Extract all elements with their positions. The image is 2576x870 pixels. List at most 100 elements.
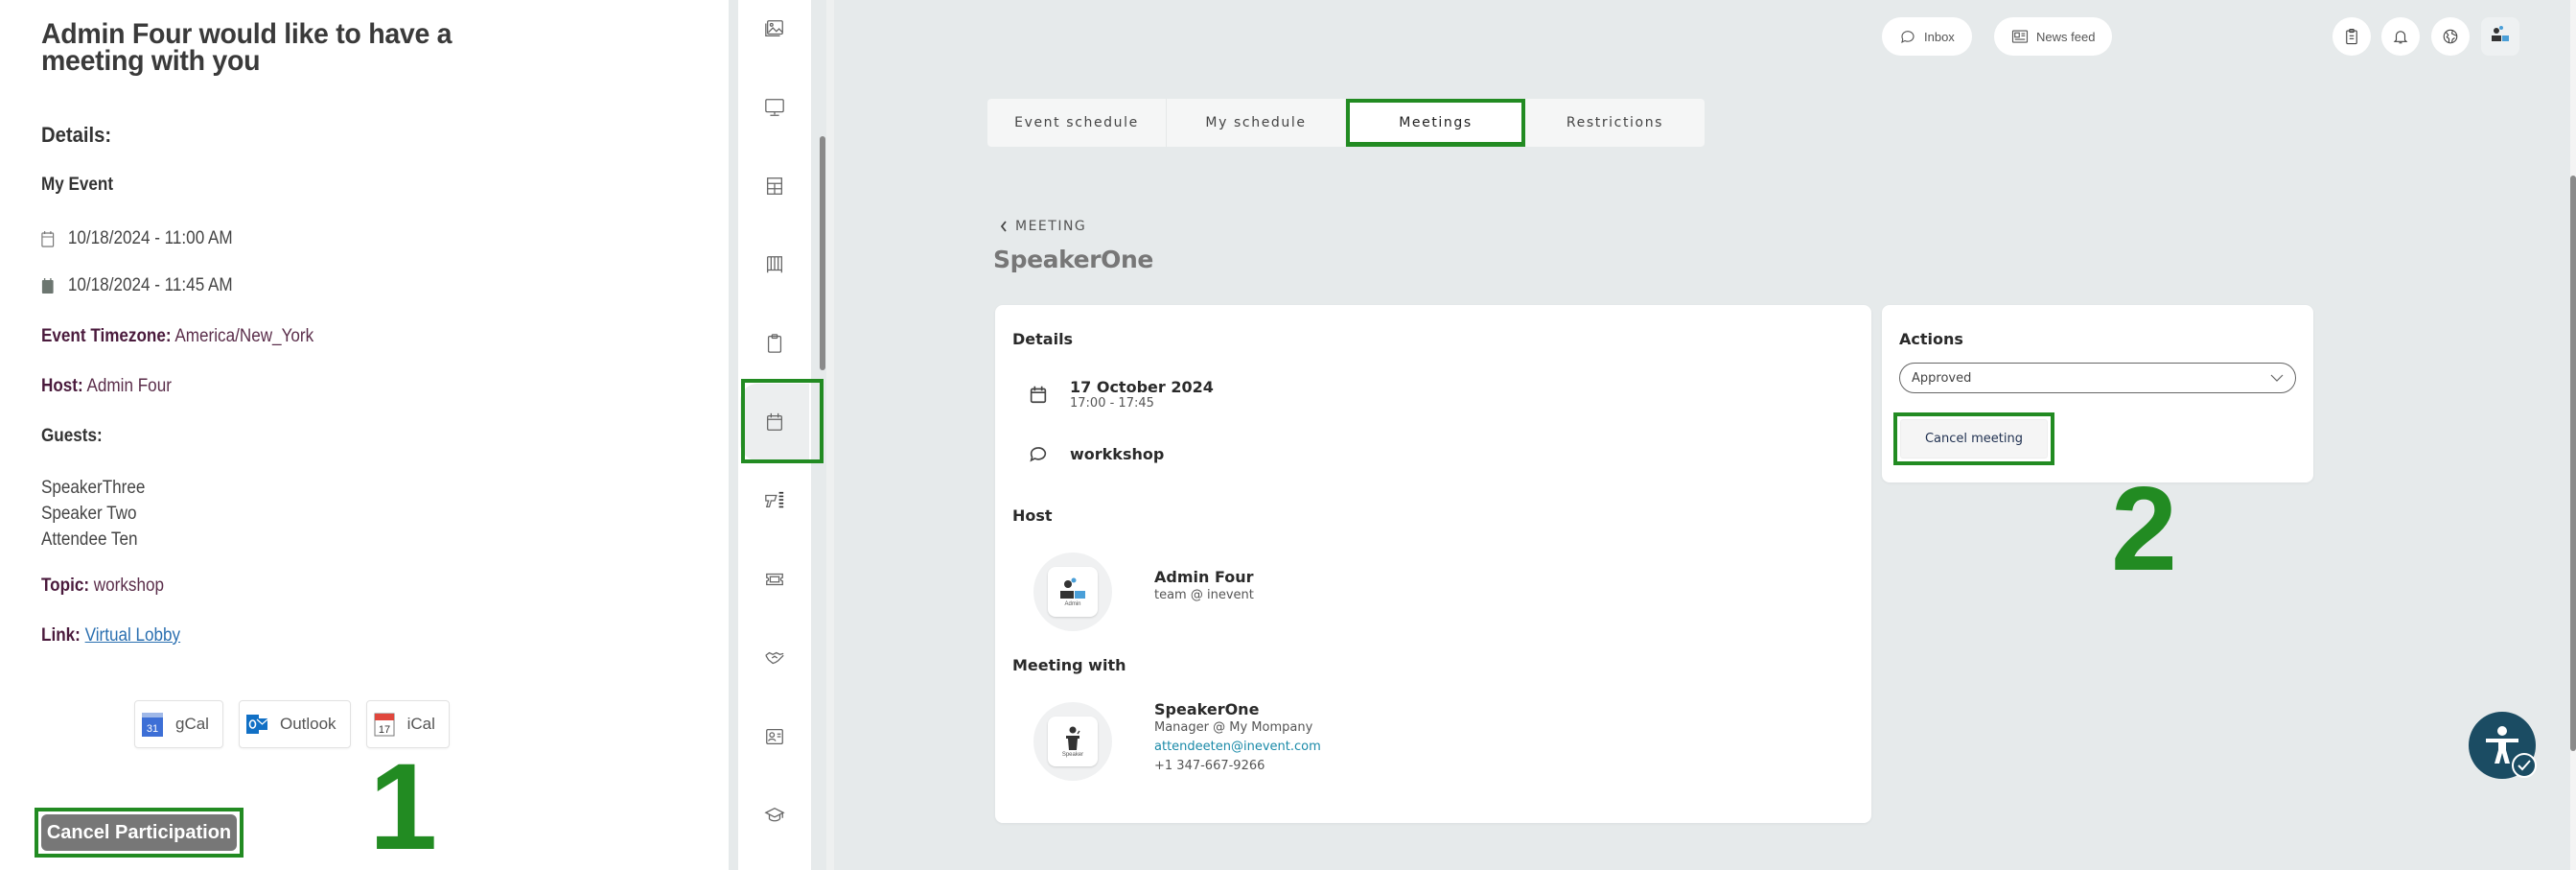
host-label: Host: xyxy=(41,376,83,396)
host-heading: Host xyxy=(1012,506,1053,525)
calendar-outline-icon xyxy=(41,231,55,247)
chevron-down-icon xyxy=(2270,374,2284,382)
rail-item-gallery[interactable] xyxy=(740,0,809,67)
accessibility-check-badge xyxy=(2512,753,2537,778)
calendar-filled-icon xyxy=(41,278,54,294)
page-scrollbar[interactable] xyxy=(2570,176,2576,751)
email-title: Admin Four would like to have a meeting … xyxy=(41,18,453,77)
email-guest-list: SpeakerThree Speaker Two Attendee Ten xyxy=(41,475,145,553)
timezone-value: America/New_York xyxy=(174,326,314,346)
cancel-participation-highlight: Cancel Participation xyxy=(35,808,244,858)
step-marker-2: 2 xyxy=(2111,463,2177,596)
rail-item-ticket[interactable] xyxy=(740,541,809,618)
email-event-name: My Event xyxy=(41,175,114,195)
meeting-date: 17 October 2024 xyxy=(1070,378,1214,396)
guest-item: SpeakerThree xyxy=(41,478,146,498)
guest-avatar-caption: Speaker xyxy=(1061,752,1084,758)
ticket-icon xyxy=(766,573,783,586)
email-timezone: Event Timezone: America/New_York xyxy=(41,326,313,347)
speaker-podium-icon xyxy=(1066,726,1080,750)
scanner-icon xyxy=(765,491,784,508)
email-panel: Admin Four would like to have a meeting … xyxy=(0,0,729,870)
cancel-participation-button[interactable]: Cancel Participation xyxy=(41,814,237,851)
virtual-lobby-link[interactable]: Virtual Lobby xyxy=(85,625,181,646)
user-avatar[interactable] xyxy=(2481,17,2519,56)
host-avatar-caption: Admin xyxy=(1064,601,1081,607)
chat-bubble-icon xyxy=(1901,31,1915,44)
admin-avatar-icon xyxy=(2492,26,2509,41)
tab-event-schedule[interactable]: Event schedule xyxy=(987,99,1167,147)
contact-card-icon xyxy=(766,729,783,744)
clipboard-list-icon xyxy=(2346,28,2357,45)
guest-info: SpeakerOne Manager @ My Mompany attendee… xyxy=(1154,700,1321,776)
rail-item-handshake[interactable] xyxy=(740,620,809,696)
timezone-label: Event Timezone: xyxy=(41,326,172,346)
language-button[interactable] xyxy=(2431,17,2470,56)
breadcrumb-label: MEETING xyxy=(1015,219,1087,234)
guest-item: Attendee Ten xyxy=(41,529,138,550)
rail-item-columns[interactable] xyxy=(740,226,809,303)
admin-avatar-icon xyxy=(1060,577,1085,599)
tab-my-schedule[interactable]: My schedule xyxy=(1167,99,1346,147)
meeting-status-select[interactable]: Approved xyxy=(1899,363,2296,393)
chat-bubble-icon xyxy=(1030,447,1047,462)
outlook-label: Outlook xyxy=(279,715,337,733)
breadcrumb[interactable]: MEETING xyxy=(1000,219,1086,234)
topic-label: Topic: xyxy=(41,576,90,596)
monitor-icon xyxy=(765,99,784,116)
google-calendar-icon: 31 xyxy=(142,713,163,737)
guest-person[interactable]: Speaker SpeakerOne Manager @ My Mompany … xyxy=(1033,700,1321,781)
globe-icon xyxy=(2443,29,2458,44)
panel-divider xyxy=(826,0,834,870)
topic-value: workshop xyxy=(93,576,164,596)
clipboard-icon xyxy=(767,334,782,353)
host-person[interactable]: Admin Admin Four team @ inevent xyxy=(1033,553,1254,631)
email-start-date: 10/18/2024 - 11:00 AM xyxy=(41,228,233,249)
rail-scrollbar[interactable] xyxy=(820,136,825,370)
bell-icon xyxy=(2393,31,2408,44)
rail-item-monitor[interactable] xyxy=(740,69,809,146)
ical-icon: 17 xyxy=(374,713,395,737)
actions-heading: Actions xyxy=(1899,330,1963,348)
newsfeed-button[interactable]: News feed xyxy=(1994,17,2113,56)
outlook-button[interactable]: Outlook xyxy=(238,700,351,748)
calendar-icon xyxy=(1030,386,1047,404)
email-details-heading: Details: xyxy=(41,123,112,147)
guest-phone: +1 347-667-9266 xyxy=(1154,759,1265,773)
status-value: Approved xyxy=(1912,370,1972,386)
rail-item-table[interactable] xyxy=(740,148,809,224)
rail-item-scanner[interactable] xyxy=(740,462,809,539)
agenda-button[interactable] xyxy=(2332,17,2371,56)
tab-restrictions[interactable]: Restrictions xyxy=(1525,99,1705,147)
email-start-text: 10/18/2024 - 11:00 AM xyxy=(67,228,233,248)
meeting-date-row: 17 October 2024 17:00 - 17:45 xyxy=(1028,378,1214,411)
inbox-button[interactable]: Inbox xyxy=(1882,17,1972,56)
cancel-meeting-highlight: Cancel meeting xyxy=(1893,412,2054,465)
image-gallery-icon xyxy=(765,20,783,36)
email-end-date: 10/18/2024 - 11:45 AM xyxy=(41,275,233,296)
notifications-button[interactable] xyxy=(2381,17,2420,56)
calendar-rail-highlight xyxy=(741,379,824,463)
rail-item-learning[interactable] xyxy=(740,777,809,854)
svg-text:17: 17 xyxy=(378,724,389,736)
guest-email-link[interactable]: attendeeten@inevent.com xyxy=(1154,738,1321,757)
guest-name: SpeakerOne xyxy=(1154,700,1260,718)
cancel-meeting-button[interactable]: Cancel meeting xyxy=(1900,419,2048,459)
meetings-app: Inbox News feed Event schedule My schedu… xyxy=(834,0,2576,870)
host-value: Admin Four xyxy=(86,376,172,396)
gcal-button[interactable]: 31 gCal xyxy=(134,700,223,748)
step-marker-1: 1 xyxy=(369,739,438,870)
host-org: team @ inevent xyxy=(1154,588,1254,602)
table-icon xyxy=(767,177,782,195)
rail-item-contact[interactable] xyxy=(740,698,809,775)
meeting-details-card: Details 17 October 2024 17:00 - 17:45 wo… xyxy=(995,305,1871,823)
guest-role: Manager @ My Mompany xyxy=(1154,720,1313,735)
actions-card: Actions Approved Cancel meeting xyxy=(1882,305,2313,482)
meeting-topic-row: workkshop xyxy=(1028,443,1164,464)
guest-item: Speaker Two xyxy=(41,504,137,524)
gcal-label: gCal xyxy=(175,715,209,733)
details-heading: Details xyxy=(1012,330,1074,348)
tab-meetings[interactable]: Meetings xyxy=(1346,99,1525,147)
rail-item-clipboard[interactable] xyxy=(740,305,809,382)
check-icon xyxy=(2518,760,2531,771)
